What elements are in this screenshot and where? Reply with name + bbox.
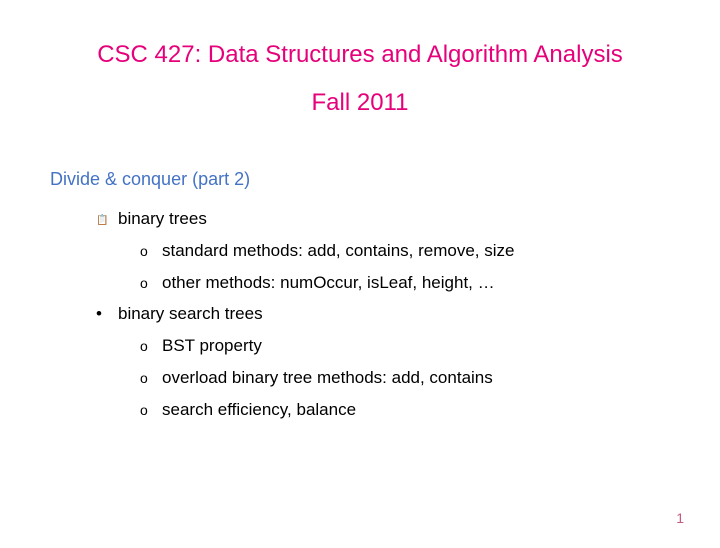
list-item: overload binary tree methods: add, conta… xyxy=(140,363,670,393)
list-item: other methods: numOccur, isLeaf, height,… xyxy=(140,268,670,298)
title-line-1: CSC 427: Data Structures and Algorithm A… xyxy=(50,38,670,72)
list-item: BST property xyxy=(140,331,670,361)
section-header: Divide & conquer (part 2) xyxy=(50,169,670,190)
page-number: 1 xyxy=(676,510,684,526)
item-text: other methods: numOccur, isLeaf, height,… xyxy=(162,273,495,292)
slide-title: CSC 427: Data Structures and Algorithm A… xyxy=(50,38,670,119)
item-text: binary search trees xyxy=(118,304,263,323)
list-item: binary trees xyxy=(100,204,670,234)
slide: CSC 427: Data Structures and Algorithm A… xyxy=(0,0,720,424)
list-item: standard methods: add, contains, remove,… xyxy=(140,236,670,266)
list-item: search efficiency, balance xyxy=(140,395,670,425)
item-text: overload binary tree methods: add, conta… xyxy=(162,368,493,387)
item-text: binary trees xyxy=(118,209,207,228)
list-item: binary search trees xyxy=(100,299,670,329)
outline-list: binary trees standard methods: add, cont… xyxy=(100,204,670,424)
item-text: BST property xyxy=(162,336,262,355)
title-line-2: Fall 2011 xyxy=(50,86,670,120)
item-text: search efficiency, balance xyxy=(162,400,356,419)
item-text: standard methods: add, contains, remove,… xyxy=(162,241,514,260)
